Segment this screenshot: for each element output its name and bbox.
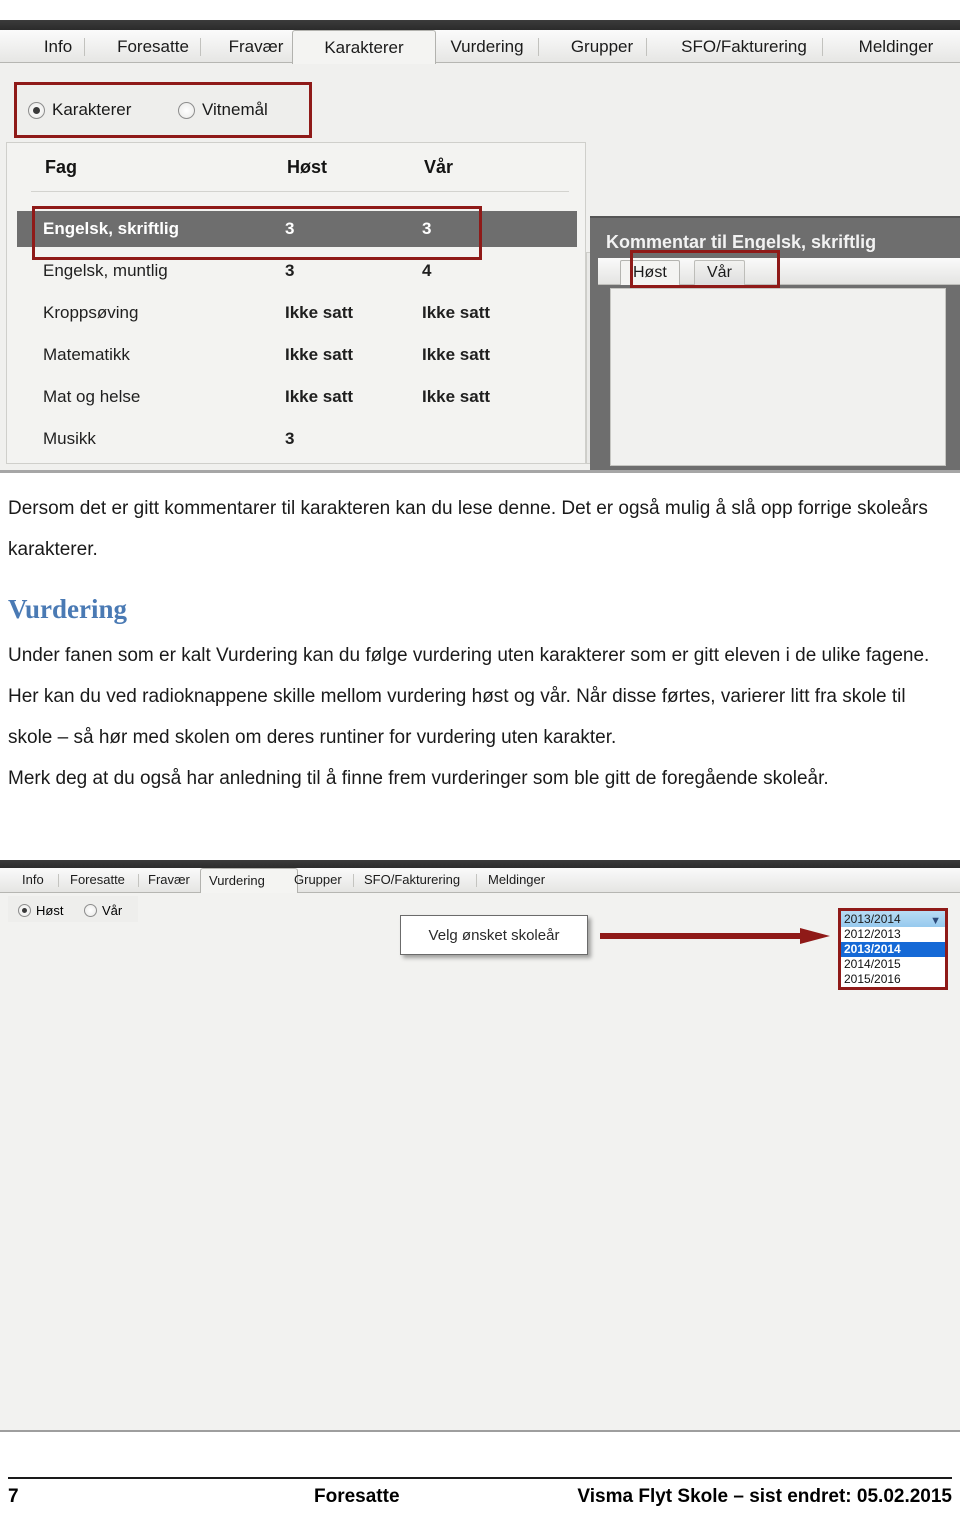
tab-vurdering[interactable]: Vurdering <box>424 32 550 62</box>
radio2-host-label: Høst <box>36 903 64 919</box>
page-footer: 7 Foresatte Visma Flyt Skole – sist endr… <box>8 1486 952 1512</box>
tab-meldinger[interactable]: Meldinger <box>828 32 960 62</box>
tab-info[interactable]: Info <box>18 32 98 62</box>
footer-divider <box>8 1477 952 1479</box>
radio2-var-label: Vår <box>102 903 123 919</box>
footer-page-number: 7 <box>8 1486 19 1507</box>
footer-section-name: Foresatte <box>314 1486 400 1507</box>
window-titlebar-2 <box>0 860 960 868</box>
cell-fag: Engelsk, muntlig <box>43 261 168 280</box>
radio-off-icon <box>84 904 97 918</box>
tab2-sfo-fakturering[interactable]: SFO/Fakturering <box>356 869 488 891</box>
annotation-box-selected-row <box>32 206 482 260</box>
cell-host: Ikke satt <box>285 387 354 406</box>
annotation-box-radio-group <box>14 82 312 138</box>
table-row[interactable]: Kroppsøving Ikke satt Ikke satt <box>17 295 577 331</box>
tab2-vurdering[interactable]: Vurdering <box>200 868 298 893</box>
document-body-text: Dersom det er gitt kommentarer til karak… <box>8 488 952 799</box>
window-titlebar <box>0 20 960 30</box>
cell-var: Ikke satt <box>422 345 491 364</box>
tab2-meldinger[interactable]: Meldinger <box>480 869 570 891</box>
cell-host: Ikke satt <box>285 345 354 364</box>
annotation-box-comment-tabs <box>630 250 780 288</box>
paragraph-intro: Dersom det er gitt kommentarer til karak… <box>8 498 928 560</box>
cell-fag: Mat og helse <box>43 387 141 406</box>
table-row[interactable]: Matematikk Ikke satt Ikke satt <box>17 337 577 373</box>
column-header-var: Vår <box>424 157 454 177</box>
table-row[interactable]: Mat og helse Ikke satt Ikke satt <box>17 379 577 415</box>
host-var-radio-group[interactable]: Høst Vår <box>8 896 138 922</box>
tab-strip-karakterer: Info Foresatte Fravær Karakterer Vurderi… <box>0 30 960 64</box>
tab-grupper[interactable]: Grupper <box>544 32 660 62</box>
callout-label: Velg ønsket skoleår <box>428 926 560 944</box>
column-header-host: Høst <box>287 157 327 177</box>
tab-strip-vurdering: Info Foresatte Fravær Vurdering Grupper … <box>0 868 960 893</box>
cell-host: 3 <box>285 429 295 448</box>
cell-host: 3 <box>285 261 295 280</box>
radio-on-icon <box>18 904 31 918</box>
callout-velg-skolear: Velg ønsket skoleår <box>400 915 588 955</box>
tab2-foresatte[interactable]: Foresatte <box>62 869 150 891</box>
footer-document-info: Visma Flyt Skole – sist endret: 05.02.20… <box>577 1486 952 1507</box>
school-year-dropdown[interactable]: 2013/2014 ▼ 2012/2013 2013/2014 2014/201… <box>838 908 948 990</box>
tab-karakterer[interactable]: Karakterer <box>292 30 436 64</box>
tab-sfo-fakturering[interactable]: SFO/Fakturering <box>652 32 836 62</box>
paragraph-vurdering-1: Under fanen som er kalt Vurdering kan du… <box>8 645 930 748</box>
cell-var: Ikke satt <box>422 387 491 406</box>
cell-fag: Kroppsøving <box>43 303 139 322</box>
cell-var: Ikke satt <box>422 303 491 322</box>
cell-host: Ikke satt <box>285 303 354 322</box>
tab-foresatte[interactable]: Foresatte <box>90 32 216 62</box>
comment-text-area[interactable] <box>610 288 946 466</box>
cell-fag: Musikk <box>43 429 96 448</box>
annotation-arrow-icon <box>600 928 830 944</box>
screenshot-karakterer: Info Foresatte Fravær Karakterer Vurderi… <box>0 20 960 473</box>
cell-fag: Matematikk <box>43 345 130 364</box>
table-row[interactable]: Musikk 3 <box>17 421 577 457</box>
annotation-box-dropdown <box>838 908 948 990</box>
grades-table-panel: Fag Høst Vår Engelsk, skriftlig 3 3 Enge… <box>6 142 586 464</box>
radio2-var[interactable]: Vår <box>84 902 122 920</box>
page-title: Vurdering <box>8 594 128 624</box>
header-divider <box>31 191 569 192</box>
tab2-grupper[interactable]: Grupper <box>286 869 366 891</box>
radio2-host[interactable]: Høst <box>18 902 63 920</box>
column-header-fag: Fag <box>45 157 78 177</box>
cell-var: 4 <box>422 261 432 280</box>
paragraph-vurdering-2: Merk deg at du også har anledning til å … <box>8 768 829 789</box>
